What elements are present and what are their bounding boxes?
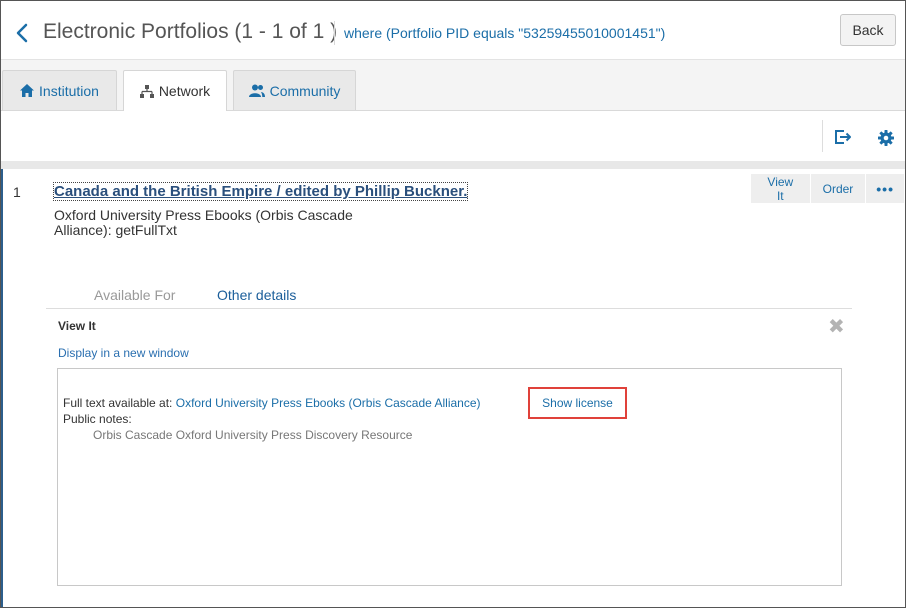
app-frame: Electronic Portfolios (1 - 1 of 1 ) wher… bbox=[0, 0, 906, 608]
page-title: Electronic Portfolios (1 - 1 of 1 ) bbox=[43, 20, 338, 43]
selected-row-indicator bbox=[1, 169, 3, 607]
full-text-line: Full text available at: Oxford Universit… bbox=[63, 396, 481, 410]
tab-label: Network bbox=[158, 83, 211, 99]
row-number: 1 bbox=[13, 184, 21, 200]
full-text-label: Full text available at: bbox=[63, 396, 173, 410]
toolbar-divider bbox=[822, 120, 823, 152]
public-notes-text: Orbis Cascade Oxford University Press Di… bbox=[93, 428, 413, 442]
results-toolbar bbox=[1, 111, 905, 161]
home-icon bbox=[20, 84, 35, 97]
search-query-link[interactable]: where (Portfolio PID equals "53259455010… bbox=[344, 25, 665, 41]
tab-network[interactable]: Network bbox=[123, 70, 227, 111]
display-new-window-link[interactable]: Display in a new window bbox=[58, 346, 189, 360]
gear-icon[interactable] bbox=[878, 130, 894, 146]
tab-institution[interactable]: Institution bbox=[2, 70, 117, 110]
tab-label: Institution bbox=[39, 82, 99, 99]
tab-community[interactable]: Community bbox=[233, 70, 356, 110]
chevron-left-icon[interactable] bbox=[13, 22, 31, 44]
view-it-heading: View It bbox=[58, 319, 96, 333]
view-it-frame: Full text available at: Oxford Universit… bbox=[57, 368, 842, 586]
public-notes-label: Public notes: bbox=[63, 412, 132, 426]
row-actions: View It Order ••• bbox=[751, 174, 905, 204]
close-icon[interactable]: ✖ bbox=[828, 317, 845, 337]
network-icon bbox=[139, 84, 154, 98]
tab-label: Community bbox=[269, 82, 341, 99]
record-subtitle: Oxford University Press Ebooks (Orbis Ca… bbox=[54, 207, 353, 238]
export-icon[interactable] bbox=[834, 129, 852, 145]
full-text-provider-link[interactable]: Oxford University Press Ebooks (Orbis Ca… bbox=[176, 396, 481, 410]
more-actions-button[interactable]: ••• bbox=[866, 174, 905, 203]
users-icon bbox=[248, 84, 265, 97]
tab-bar: Institution Network Community bbox=[1, 60, 905, 111]
detail-tabs: Available For Other details bbox=[46, 279, 852, 309]
record-title-link[interactable]: Canada and the British Empire / edited b… bbox=[52, 182, 469, 201]
show-license-link[interactable]: Show license bbox=[528, 387, 627, 419]
tab-other-details[interactable]: Other details bbox=[217, 287, 296, 303]
view-it-button[interactable]: View It bbox=[751, 174, 811, 203]
results-list: 1 Canada and the British Empire / edited… bbox=[1, 169, 905, 607]
back-button[interactable]: Back bbox=[840, 14, 896, 46]
title-divider bbox=[334, 21, 335, 45]
section-divider bbox=[1, 161, 905, 169]
tab-available-for[interactable]: Available For bbox=[94, 287, 175, 303]
order-button[interactable]: Order bbox=[810, 174, 867, 203]
page-header: Electronic Portfolios (1 - 1 of 1 ) wher… bbox=[1, 1, 905, 60]
show-license-label: Show license bbox=[542, 396, 613, 410]
